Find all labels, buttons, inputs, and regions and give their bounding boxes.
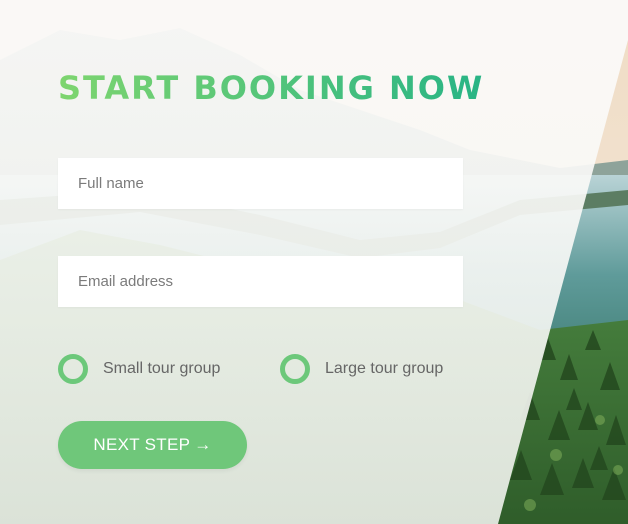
- next-step-button[interactable]: NEXT STEP →: [58, 421, 247, 469]
- full-name-input[interactable]: [58, 158, 463, 209]
- small-tour-label: Small tour group: [103, 360, 221, 377]
- email-input[interactable]: [58, 256, 463, 307]
- large-tour-label: Large tour group: [325, 360, 444, 377]
- large-tour-group-option[interactable]: Large tour group: [280, 353, 443, 385]
- small-tour-group-option[interactable]: Small tour group: [58, 353, 220, 385]
- large-tour-radio-button[interactable]: [280, 354, 310, 384]
- booking-form: START BOOKING NOW Small tour group Large…: [0, 0, 628, 524]
- small-tour-radio-button[interactable]: [58, 354, 88, 384]
- next-step-label: NEXT STEP: [93, 435, 191, 454]
- arrow-right-icon: →: [194, 435, 212, 454]
- form-title: START BOOKING NOW: [58, 69, 485, 107]
